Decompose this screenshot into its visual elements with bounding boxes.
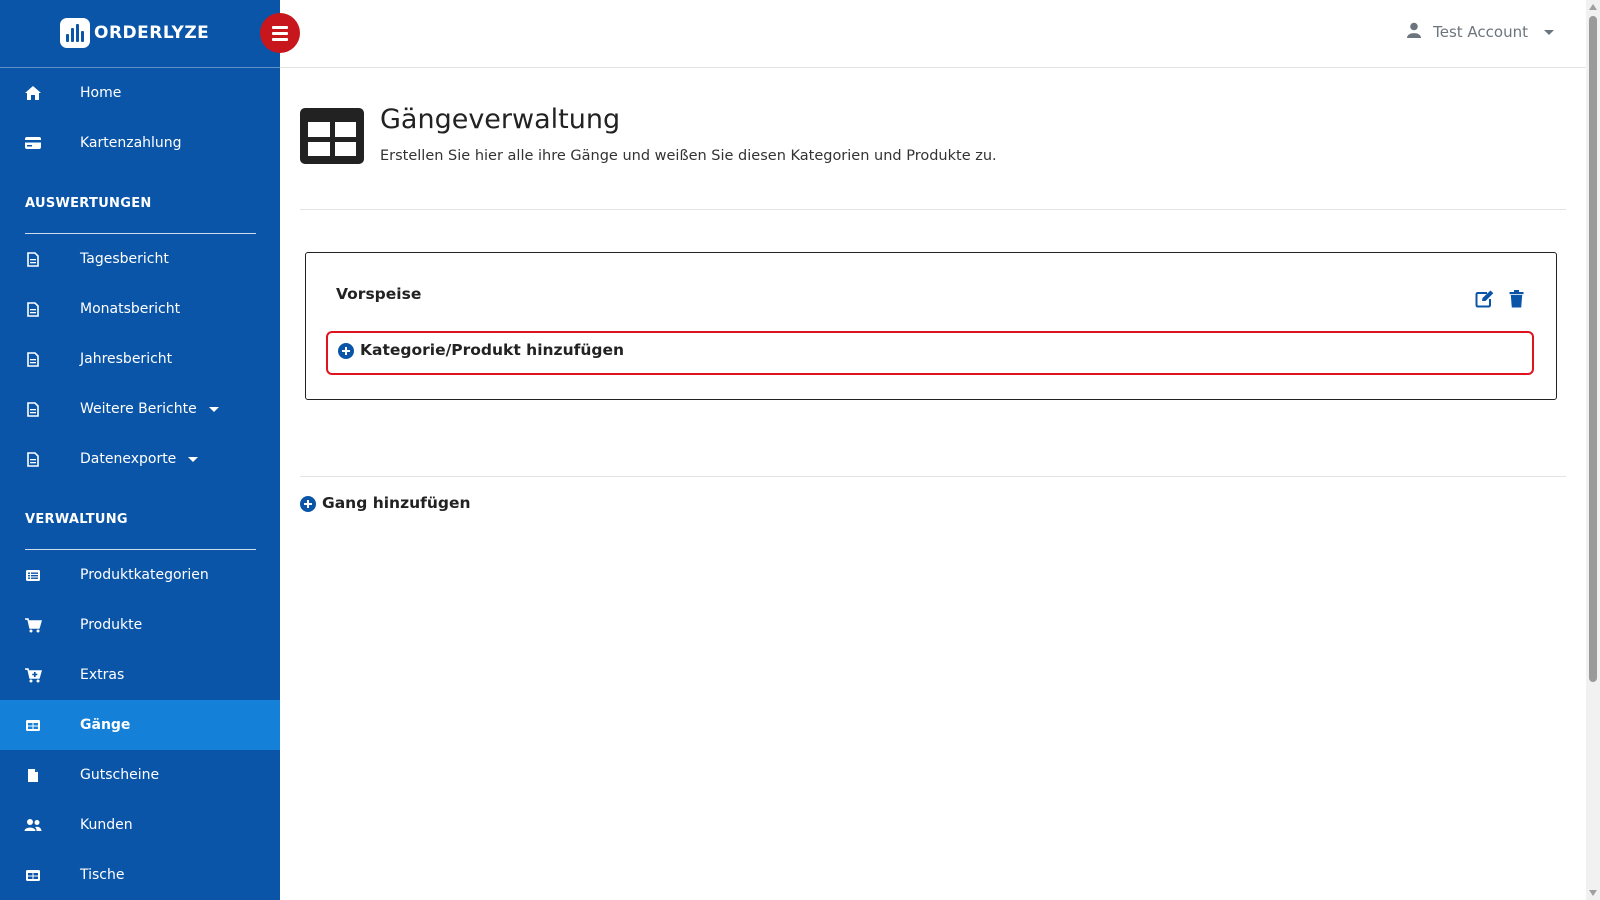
cart-plus-icon: [24, 666, 42, 684]
sidebar: ORDERLYZE Home Kartenzahlung AUSWERTUNGE…: [0, 0, 280, 900]
add-category-product-label: Kategorie/Produkt hinzufügen: [360, 341, 625, 359]
course-actions: [1474, 289, 1526, 309]
sidebar-item-gutscheine[interactable]: Gutscheine: [0, 750, 280, 800]
menu-toggle-button[interactable]: [260, 13, 300, 53]
sidebar-item-home[interactable]: Home: [0, 68, 280, 118]
scroll-thumb[interactable]: [1589, 16, 1597, 682]
file-icon: [24, 400, 42, 418]
table-icon: [300, 108, 364, 164]
home-icon: [24, 84, 42, 102]
page-title: Gängeverwaltung: [380, 104, 621, 135]
sidebar-item-label: Produktkategorien: [80, 567, 209, 583]
section-title: VERWALTUNG: [25, 512, 128, 527]
sidebar-item-label: Weitere Berichte: [80, 401, 197, 417]
add-course-label: Gang hinzufügen: [322, 494, 471, 512]
account-name: Test Account: [1433, 23, 1528, 41]
course-card: Vorspeise Kategorie/Produkt hinzufügen: [305, 252, 1557, 400]
edit-icon[interactable]: [1474, 289, 1494, 309]
table-icon: [24, 716, 42, 734]
account-menu[interactable]: Test Account: [1407, 22, 1554, 42]
caret-down-icon: [188, 456, 199, 462]
sidebar-item-gaenge[interactable]: Gänge: [0, 700, 280, 750]
credit-card-icon: [24, 134, 42, 152]
brand-bar: ORDERLYZE: [0, 0, 280, 68]
table-icon: [24, 866, 42, 884]
sidebar-item-produkte[interactable]: Produkte: [0, 600, 280, 650]
hamburger-icon: [272, 25, 288, 29]
brand-name: ORDERLYZE: [94, 23, 210, 43]
scroll-down-arrow-icon[interactable]: [1589, 890, 1597, 896]
add-category-product-button[interactable]: Kategorie/Produkt hinzufügen: [326, 331, 1534, 375]
plus-circle-icon: [338, 343, 354, 359]
content-divider: [300, 476, 1566, 477]
sidebar-item-label: Datenexporte: [80, 451, 177, 467]
sidebar-item-label: Tagesbericht: [80, 251, 169, 267]
sidebar-item-tagesbericht[interactable]: Tagesbericht: [0, 234, 280, 284]
sidebar-item-datenexporte[interactable]: Datenexporte: [0, 434, 280, 484]
sidebar-item-produktkategorien[interactable]: Produktkategorien: [0, 550, 280, 600]
add-course-button[interactable]: Gang hinzufügen: [300, 494, 471, 512]
section-verwaltung: VERWALTUNG: [0, 484, 280, 550]
plus-circle-icon: [300, 496, 316, 512]
sidebar-item-label: Tische: [80, 867, 125, 883]
sidebar-item-label: Kunden: [80, 817, 133, 833]
section-auswertungen: AUSWERTUNGEN: [0, 168, 280, 234]
course-name: Vorspeise: [336, 285, 422, 303]
users-icon: [24, 816, 42, 834]
file-icon: [24, 300, 42, 318]
trash-icon[interactable]: [1506, 289, 1526, 309]
logo-bars-icon: [60, 18, 90, 48]
user-icon: [1407, 22, 1422, 42]
file-icon: [24, 250, 42, 268]
sidebar-item-label: Jahresbericht: [80, 351, 173, 367]
sidebar-item-monatsbericht[interactable]: Monatsbericht: [0, 284, 280, 334]
caret-down-icon: [1544, 29, 1554, 35]
page-header: Gängeverwaltung Erstellen Sie hier alle …: [300, 68, 1566, 210]
sidebar-item-label: Home: [80, 85, 122, 101]
page-subtitle: Erstellen Sie hier alle ihre Gänge und w…: [380, 148, 997, 164]
sidebar-item-jahresbericht[interactable]: Jahresbericht: [0, 334, 280, 384]
sidebar-item-label: Produkte: [80, 617, 143, 633]
sidebar-item-label: Gänge: [80, 717, 131, 733]
sidebar-item-kunden[interactable]: Kunden: [0, 800, 280, 850]
cart-icon: [24, 616, 42, 634]
sidebar-item-label-with-caret: Datenexporte: [80, 451, 199, 467]
sidebar-item-label: Extras: [80, 667, 125, 683]
sidebar-item-tische[interactable]: Tische: [0, 850, 280, 900]
section-title: AUSWERTUNGEN: [25, 196, 152, 211]
scroll-up-arrow-icon[interactable]: [1589, 4, 1597, 10]
page-scrollbar[interactable]: [1586, 0, 1600, 900]
sidebar-item-label: Monatsbericht: [80, 301, 181, 317]
top-bar: Test Account: [280, 0, 1586, 68]
list-icon: [24, 566, 42, 584]
sidebar-item-weitere-berichte[interactable]: Weitere Berichte: [0, 384, 280, 434]
file-icon: [24, 350, 42, 368]
brand-logo[interactable]: ORDERLYZE: [60, 18, 209, 48]
main-content: Gängeverwaltung Erstellen Sie hier alle …: [300, 68, 1566, 512]
file-icon: [24, 450, 42, 468]
sidebar-item-kartenzahlung[interactable]: Kartenzahlung: [0, 118, 280, 168]
sidebar-item-extras[interactable]: Extras: [0, 650, 280, 700]
sidebar-item-label: Kartenzahlung: [80, 135, 182, 151]
sidebar-item-label-with-caret: Weitere Berichte: [80, 401, 219, 417]
sidebar-item-label: Gutscheine: [80, 767, 160, 783]
file-filled-icon: [24, 766, 42, 784]
caret-down-icon: [208, 406, 219, 412]
